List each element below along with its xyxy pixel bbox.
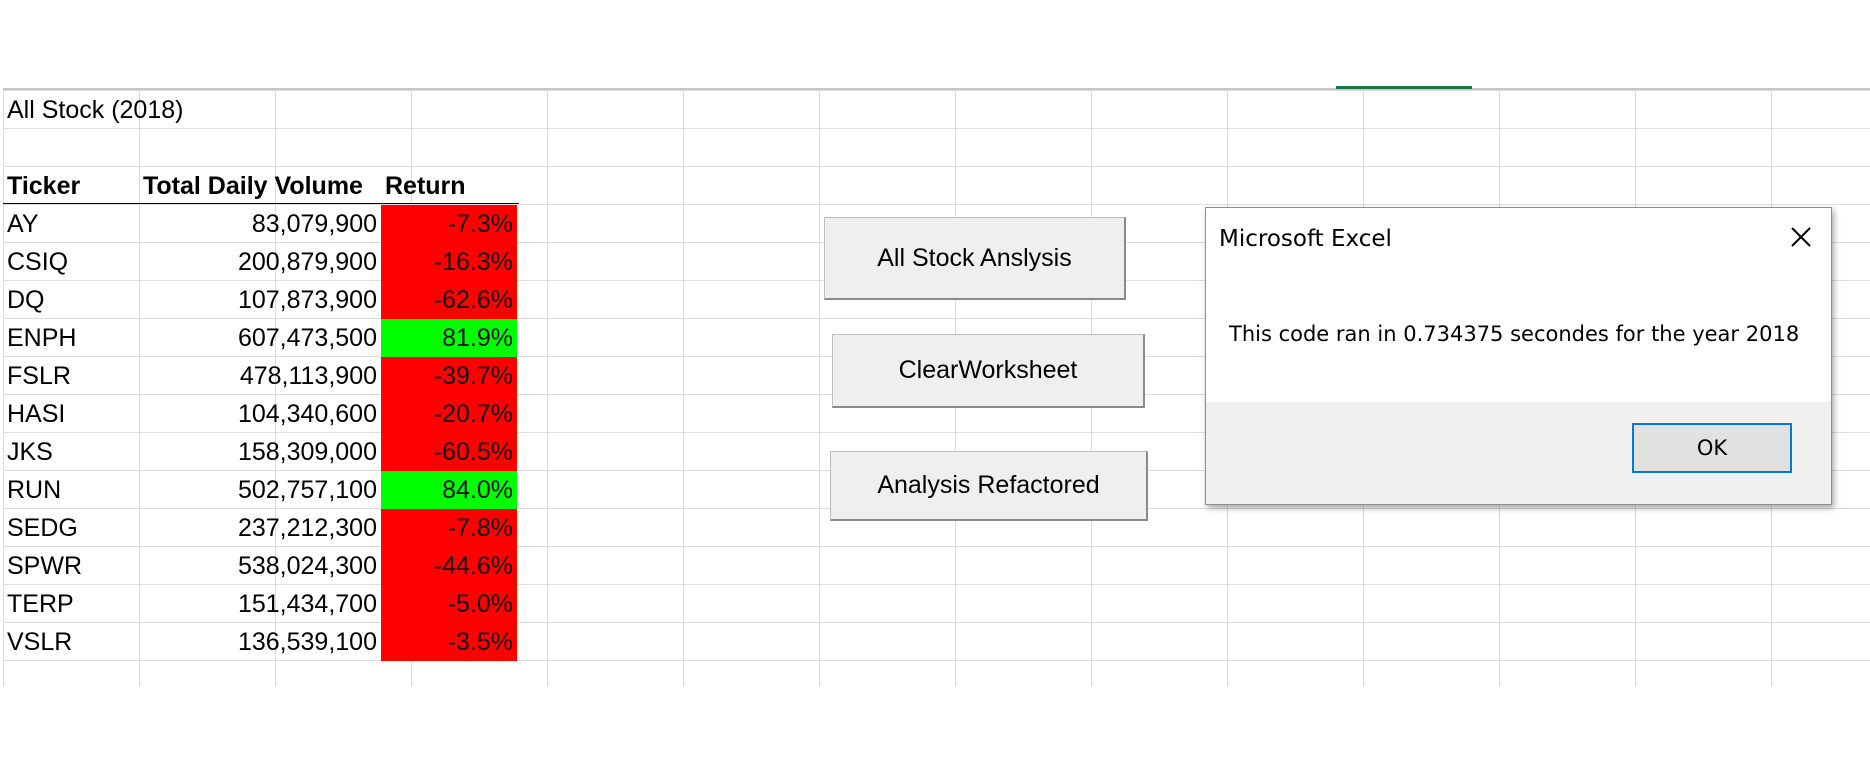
return-cell[interactable]: -20.7% <box>381 395 517 433</box>
ticker-cell[interactable]: DQ <box>7 281 139 319</box>
volume-cell[interactable]: 478,113,900 <box>141 357 381 395</box>
volume-cell[interactable]: 83,079,900 <box>141 205 381 243</box>
return-cell[interactable]: -44.6% <box>381 547 517 585</box>
ticker-cell[interactable]: SEDG <box>7 509 139 547</box>
volume-cell[interactable]: 237,212,300 <box>141 509 381 547</box>
ticker-cell[interactable]: CSIQ <box>7 243 139 281</box>
return-cell[interactable]: -60.5% <box>381 433 517 471</box>
ticker-cell[interactable]: TERP <box>7 585 139 623</box>
volume-cell[interactable]: 151,434,700 <box>141 585 381 623</box>
volume-cell[interactable]: 107,873,900 <box>141 281 381 319</box>
clear-worksheet-button[interactable]: ClearWorksheet <box>832 334 1145 408</box>
volume-cell[interactable]: 104,340,600 <box>141 395 381 433</box>
ticker-cell[interactable]: RUN <box>7 471 139 509</box>
ok-button-label: OK <box>1696 436 1728 460</box>
all-stock-analysis-label: All Stock Anslysis <box>877 243 1072 272</box>
return-cell[interactable]: 81.9% <box>381 319 517 357</box>
clear-worksheet-label: ClearWorksheet <box>898 356 1078 384</box>
header-total-daily-volume[interactable]: Total Daily Volume <box>143 167 383 205</box>
ticker-cell[interactable]: HASI <box>7 395 139 433</box>
analysis-refactored-label: Analysis Refactored <box>877 471 1100 499</box>
ticker-cell[interactable]: VSLR <box>7 623 139 661</box>
ticker-cell[interactable]: AY <box>7 205 139 243</box>
volume-cell[interactable]: 158,309,000 <box>141 433 381 471</box>
dialog-message: This code ran in 0.734375 secondes for t… <box>1229 322 1800 346</box>
sheet-left-edge <box>0 88 3 684</box>
return-cell[interactable]: -7.3% <box>381 205 517 243</box>
header-return[interactable]: Return <box>385 167 517 205</box>
return-cell[interactable]: 84.0% <box>381 471 517 509</box>
close-icon[interactable] <box>1777 214 1825 260</box>
return-cell[interactable]: -16.3% <box>381 243 517 281</box>
all-stock-analysis-button[interactable]: All Stock Anslysis <box>824 217 1126 300</box>
message-box-dialog: Microsoft Excel This code ran in 0.73437… <box>1205 207 1832 505</box>
volume-cell[interactable]: 200,879,900 <box>141 243 381 281</box>
header-ticker[interactable]: Ticker <box>7 167 139 205</box>
selected-column-indicator <box>1336 86 1472 89</box>
ok-button[interactable]: OK <box>1632 423 1792 473</box>
return-cell[interactable]: -39.7% <box>381 357 517 395</box>
volume-cell[interactable]: 538,024,300 <box>141 547 381 585</box>
sheet-title-cell[interactable]: All Stock (2018) <box>7 91 377 129</box>
dialog-title: Microsoft Excel <box>1219 226 1392 252</box>
analysis-refactored-button[interactable]: Analysis Refactored <box>830 451 1148 521</box>
return-cell[interactable]: -7.8% <box>381 509 517 547</box>
return-cell[interactable]: -3.5% <box>381 623 517 661</box>
return-cell[interactable]: -5.0% <box>381 585 517 623</box>
ticker-cell[interactable]: SPWR <box>7 547 139 585</box>
ticker-cell[interactable]: ENPH <box>7 319 139 357</box>
volume-cell[interactable]: 502,757,100 <box>141 471 381 509</box>
header-bottom-border <box>3 203 519 204</box>
ticker-cell[interactable]: JKS <box>7 433 139 471</box>
return-cell[interactable]: -62.6% <box>381 281 517 319</box>
dialog-footer: OK <box>1206 402 1831 504</box>
ticker-cell[interactable]: FSLR <box>7 357 139 395</box>
volume-cell[interactable]: 136,539,100 <box>141 623 381 661</box>
volume-cell[interactable]: 607,473,500 <box>141 319 381 357</box>
